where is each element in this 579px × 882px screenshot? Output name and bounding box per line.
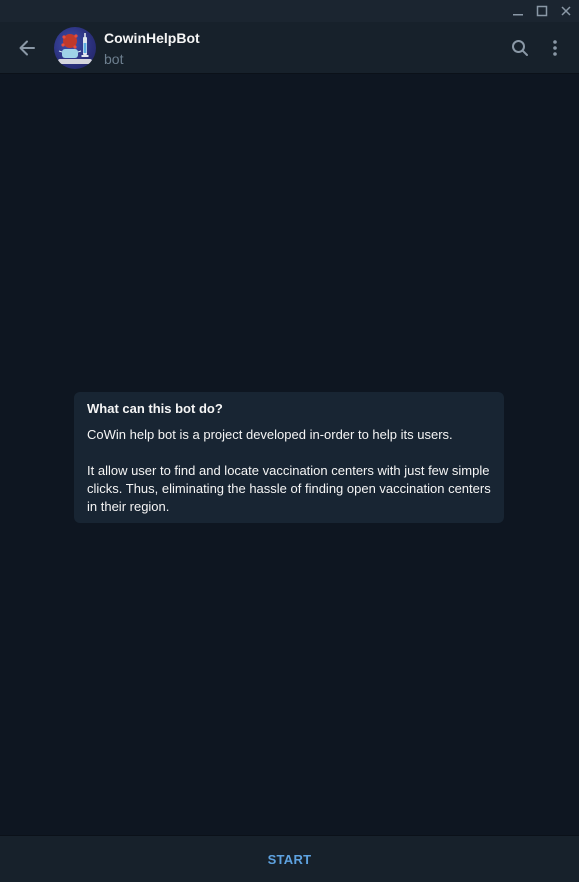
start-bar[interactable]: START	[0, 835, 579, 882]
vaccine-avatar-icon	[58, 33, 92, 64]
telegram-window: CowinHelpBot bot What can this bot do? C…	[0, 0, 579, 882]
maximize-icon	[536, 5, 548, 17]
close-button[interactable]	[554, 0, 578, 22]
close-icon	[561, 6, 571, 16]
more-vertical-icon	[553, 40, 557, 56]
more-options-button[interactable]	[543, 36, 567, 60]
bot-status: bot	[104, 51, 124, 67]
bot-info-paragraph-1: CoWin help bot is a project developed in…	[87, 427, 453, 442]
minimize-button[interactable]	[506, 0, 530, 22]
bot-name[interactable]: CowinHelpBot	[104, 30, 200, 46]
start-button[interactable]: START	[268, 852, 312, 867]
maximize-button[interactable]	[530, 0, 554, 22]
back-button[interactable]	[14, 36, 40, 60]
arrow-left-icon	[19, 40, 35, 56]
search-icon	[512, 40, 528, 56]
bot-avatar[interactable]	[54, 27, 96, 69]
bot-info-title: What can this bot do?	[87, 401, 223, 416]
bot-info-paragraph-2: It allow user to find and locate vaccina…	[87, 463, 491, 514]
search-button[interactable]	[508, 36, 532, 60]
window-titlebar	[0, 0, 579, 22]
chat-header: CowinHelpBot bot	[0, 22, 579, 74]
minimize-icon	[513, 14, 523, 16]
bot-info-card: What can this bot do? CoWin help bot is …	[74, 392, 504, 523]
